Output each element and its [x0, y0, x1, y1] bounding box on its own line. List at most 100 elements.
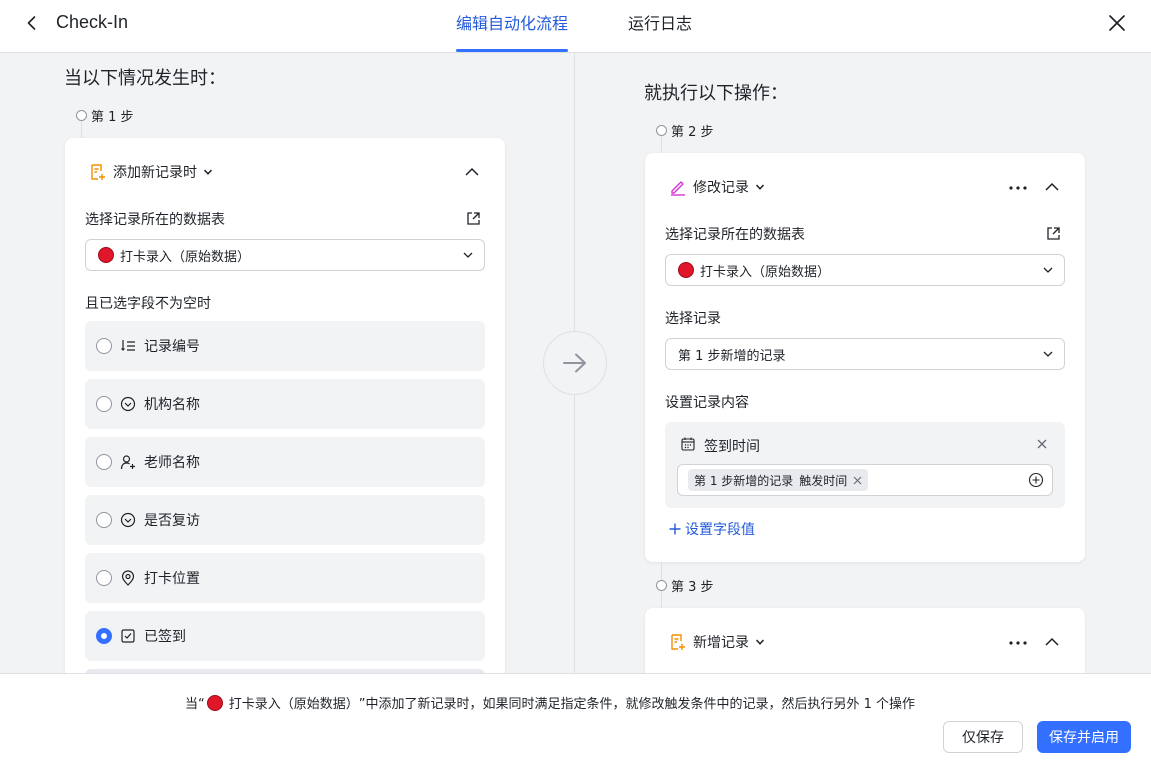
- radio-button[interactable]: [96, 570, 112, 586]
- table-color-dot: [678, 262, 694, 278]
- field-option-label: 打卡位置: [144, 571, 200, 587]
- table-color-dot: [206, 694, 223, 711]
- field-option-label: 是否复访: [144, 513, 200, 529]
- radio-button-checked[interactable]: [96, 628, 112, 644]
- table-select-value: 打卡录入（原始数据）: [120, 249, 251, 265]
- chevron-down-icon: [1042, 264, 1054, 276]
- field-option-record-number[interactable]: 记录编号: [85, 321, 485, 371]
- reference-tag: 第 1 步新增的记录 触发时间: [688, 469, 869, 491]
- chevron-up-icon[interactable]: [1041, 631, 1063, 653]
- back-arrow-icon[interactable]: [20, 11, 44, 35]
- remove-field-icon[interactable]: [1036, 438, 1048, 450]
- field-option-org-name[interactable]: 机构名称: [85, 379, 485, 429]
- single-select-icon: [120, 512, 136, 528]
- trigger-card: 添加新记录时 选择记录所在的数据表 打卡录入（原始数据） 且已选字段不为空时 记…: [65, 138, 505, 699]
- action-type-label: 新增记录: [693, 635, 749, 651]
- date-field-icon: [681, 437, 695, 451]
- action-section-title: 就执行以下操作：: [644, 83, 788, 104]
- bottom-bar: 当“ 打卡录入（原始数据） ”中添加了新记录时，如果同时满足指定条件，就修改触发…: [0, 673, 1151, 769]
- table-select-label: 选择记录所在的数据表: [85, 212, 225, 228]
- person-icon: [120, 454, 136, 470]
- arrow-right-icon: [543, 331, 607, 395]
- field-option-location[interactable]: 打卡位置: [85, 553, 485, 603]
- record-select-value: 第 1 步新增的记录: [678, 348, 786, 364]
- content-label: 设置记录内容: [665, 395, 749, 411]
- record-select-label: 选择记录: [665, 311, 721, 327]
- chevron-down-icon: [755, 182, 765, 192]
- active-tab-indicator: [456, 49, 568, 52]
- more-options-icon[interactable]: [1006, 177, 1030, 199]
- field-option-teacher-name[interactable]: 老师名称: [85, 437, 485, 487]
- trigger-type-dropdown[interactable]: 添加新记录时: [89, 162, 213, 182]
- tab-edit-flow[interactable]: 编辑自动化流程: [456, 10, 568, 34]
- field-option-label: 老师名称: [144, 455, 200, 471]
- save-button[interactable]: 仅保存: [943, 721, 1023, 753]
- table-color-dot: [98, 247, 114, 263]
- record-select[interactable]: 第 1 步新增的记录: [665, 338, 1065, 370]
- top-bar: Check-In 编辑自动化流程 运行日志: [0, 0, 1151, 53]
- checkbox-icon: [120, 628, 136, 644]
- table-select[interactable]: 打卡录入（原始数据）: [85, 239, 485, 271]
- action-type-label: 修改记录: [693, 180, 749, 196]
- summary-suffix: ”中添加了新记录时，如果同时满足指定条件，就修改触发条件中的记录，然后执行另外 …: [358, 697, 916, 712]
- table-select-value: 打卡录入（原始数据）: [700, 264, 831, 280]
- tag-close-icon[interactable]: [853, 476, 862, 485]
- chevron-down-icon: [462, 249, 474, 261]
- chevron-down-icon: [1042, 348, 1054, 360]
- single-select-icon: [120, 396, 136, 412]
- field-name: 签到时间: [704, 439, 760, 455]
- set-field-value-label: 设置字段值: [685, 522, 755, 538]
- field-option-label: 机构名称: [144, 397, 200, 413]
- step-1-label: 第 1 步: [76, 106, 134, 125]
- condition-label: 且已选字段不为空时: [85, 296, 211, 312]
- chevron-down-icon: [755, 637, 765, 647]
- add-record-trigger-icon: [89, 163, 107, 181]
- add-record-icon: [669, 633, 687, 651]
- summary-prefix: 当“: [185, 697, 205, 712]
- set-field-value-button[interactable]: 设置字段值: [669, 519, 755, 539]
- step-1-text: 第 1 步: [91, 110, 134, 125]
- close-icon[interactable]: [1104, 10, 1130, 36]
- auto-number-icon: [120, 338, 136, 354]
- trigger-type-label: 添加新记录时: [113, 165, 197, 181]
- step-connector: [661, 136, 662, 154]
- step-2-label: 第 2 步: [656, 121, 714, 140]
- action-card-edit-record: 修改记录 选择记录所在的数据表 打卡录入（原始数据） 选择记录 第 1 步新增的…: [645, 153, 1085, 562]
- tab-run-log[interactable]: 运行日志: [628, 10, 692, 34]
- save-and-enable-button[interactable]: 保存并启用: [1037, 721, 1131, 753]
- radio-button[interactable]: [96, 338, 112, 354]
- step-2-text: 第 2 步: [671, 125, 714, 140]
- field-option-label: 已签到: [144, 629, 186, 645]
- step-dot: [656, 580, 667, 591]
- field-option-signed-in[interactable]: 已签到: [85, 611, 485, 661]
- action-type-dropdown[interactable]: 修改记录: [669, 177, 765, 197]
- external-link-icon[interactable]: [1044, 224, 1062, 242]
- add-reference-icon[interactable]: [1028, 472, 1044, 488]
- step-3-text: 第 3 步: [671, 580, 714, 595]
- more-options-icon[interactable]: [1006, 632, 1030, 654]
- chevron-up-icon[interactable]: [461, 161, 483, 183]
- field-value-box: 签到时间 第 1 步新增的记录 触发时间: [665, 422, 1065, 508]
- step-dot: [656, 125, 667, 136]
- action-type-dropdown[interactable]: 新增记录: [669, 632, 765, 652]
- field-option-label: 记录编号: [144, 339, 200, 355]
- trigger-section-title: 当以下情况发生时：: [64, 68, 226, 89]
- external-link-icon[interactable]: [464, 209, 482, 227]
- step-3-label: 第 3 步: [656, 576, 714, 595]
- summary-table: 打卡录入（原始数据）: [228, 697, 359, 712]
- radio-button[interactable]: [96, 512, 112, 528]
- edit-pencil-icon: [669, 178, 687, 196]
- radio-button[interactable]: [96, 396, 112, 412]
- tag-field: 触发时间: [799, 473, 848, 488]
- table-select-label: 选择记录所在的数据表: [665, 227, 805, 243]
- table-select[interactable]: 打卡录入（原始数据）: [665, 254, 1065, 286]
- location-icon: [120, 570, 136, 586]
- field-option-revisit[interactable]: 是否复访: [85, 495, 485, 545]
- chevron-down-icon: [203, 167, 213, 177]
- flow-summary: 当“ 打卡录入（原始数据） ”中添加了新记录时，如果同时满足指定条件，就修改触发…: [185, 693, 915, 712]
- chevron-up-icon[interactable]: [1041, 176, 1063, 198]
- page-title: Check-In: [56, 12, 129, 32]
- tag-source: 第 1 步新增的记录: [694, 473, 794, 488]
- field-value-input[interactable]: 第 1 步新增的记录 触发时间: [677, 464, 1053, 496]
- radio-button[interactable]: [96, 454, 112, 470]
